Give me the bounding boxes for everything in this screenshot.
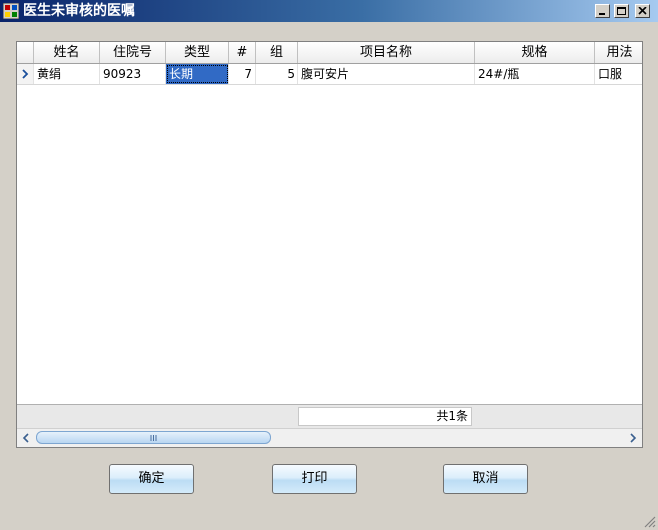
- cell-admission-no[interactable]: 90923: [100, 64, 166, 84]
- grid-header: 姓名 住院号 类型 # 组 项目名称 规格 用法: [17, 42, 642, 64]
- horizontal-scrollbar[interactable]: [17, 428, 642, 447]
- app-icon: [3, 3, 19, 19]
- grip-icon: [150, 435, 157, 441]
- grid-summary-bar: 共1条: [17, 404, 642, 428]
- cell-spec[interactable]: 24#/瓶: [475, 64, 595, 84]
- column-header-seq[interactable]: #: [229, 42, 256, 63]
- order-review-window: 医生未审核的医嘱 姓名 住院号 类型 # 组 项目名称 规格 用法 黄绢 909…: [0, 0, 658, 530]
- title-bar[interactable]: 医生未审核的医嘱: [0, 0, 658, 22]
- column-header-type[interactable]: 类型: [166, 42, 229, 63]
- table-row[interactable]: 黄绢 90923 长期 7 5 腹可安片 24#/瓶 口服: [17, 64, 642, 85]
- cell-usage[interactable]: 口服: [595, 64, 642, 84]
- row-header[interactable]: [17, 64, 34, 84]
- close-icon: [638, 7, 647, 15]
- row-header-corner: [17, 42, 34, 63]
- column-header-usage[interactable]: 用法: [595, 42, 642, 63]
- cell-type[interactable]: 长期: [166, 64, 229, 84]
- scrollbar-thumb[interactable]: [36, 431, 271, 444]
- maximize-icon: [617, 7, 626, 15]
- scroll-right-icon[interactable]: [624, 430, 641, 446]
- cell-item-name[interactable]: 腹可安片: [298, 64, 475, 84]
- scroll-left-icon[interactable]: [18, 430, 35, 446]
- print-button[interactable]: 打印: [272, 464, 357, 494]
- cell-seq[interactable]: 7: [229, 64, 256, 84]
- maximize-button[interactable]: [614, 4, 629, 18]
- confirm-button[interactable]: 确定: [109, 464, 194, 494]
- minimize-button[interactable]: [595, 4, 610, 18]
- cancel-button[interactable]: 取消: [443, 464, 528, 494]
- column-header-spec[interactable]: 规格: [475, 42, 595, 63]
- column-header-item-name[interactable]: 项目名称: [298, 42, 475, 63]
- record-count: 共1条: [298, 407, 472, 426]
- cell-name[interactable]: 黄绢: [34, 64, 100, 84]
- orders-grid[interactable]: 姓名 住院号 类型 # 组 项目名称 规格 用法 黄绢 90923 长期 7 5…: [16, 41, 643, 448]
- window-title: 医生未审核的医嘱: [23, 3, 135, 19]
- column-header-group[interactable]: 组: [256, 42, 298, 63]
- column-header-name[interactable]: 姓名: [34, 42, 100, 63]
- current-row-arrow-icon: [22, 69, 29, 79]
- resize-grip-icon[interactable]: [642, 514, 656, 528]
- close-button[interactable]: [635, 4, 650, 18]
- column-header-admission-no[interactable]: 住院号: [100, 42, 166, 63]
- minimize-icon: [599, 13, 605, 15]
- cell-group[interactable]: 5: [256, 64, 298, 84]
